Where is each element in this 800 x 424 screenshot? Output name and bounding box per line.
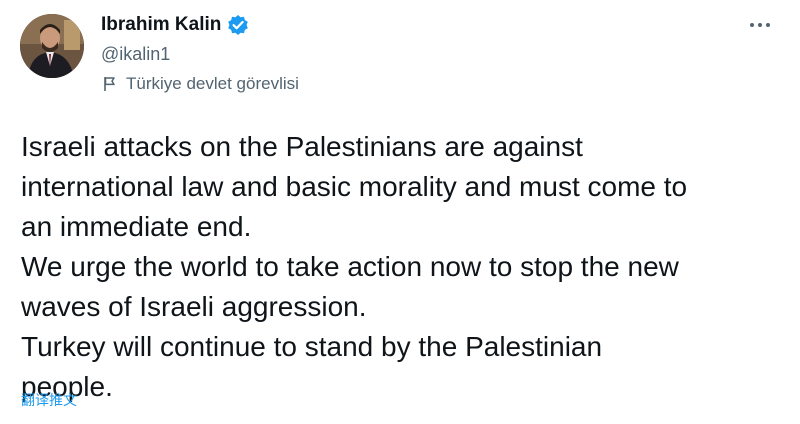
tweet-text-line: Turkey will continue to stand by the Pal…: [21, 331, 603, 362]
user-handle[interactable]: @ikalin1: [101, 42, 299, 66]
affiliation-text: Türkiye devlet görevlisi: [126, 74, 299, 93]
tweet-text-line: international law and basic morality and…: [21, 171, 688, 202]
verified-badge-icon: [227, 14, 249, 36]
more-options-button[interactable]: [742, 12, 778, 38]
tweet-text-line: Israeli attacks on the Palestinians are …: [21, 131, 583, 162]
tweet-text-line: waves of Israeli aggression.: [21, 291, 367, 322]
translate-tweet-link[interactable]: 翻译推文: [21, 390, 77, 410]
name-row: Ibrahim Kalin: [101, 12, 299, 38]
author-info: Ibrahim Kalin @ikalin1 Türkiye devlet gö…: [101, 12, 299, 96]
tweet-text-line: We urge the world to take action now to …: [21, 251, 679, 282]
more-horizontal-icon: [750, 23, 770, 27]
flag-icon: [101, 75, 119, 93]
tweet-text-line: people.: [21, 371, 113, 402]
avatar[interactable]: [20, 14, 84, 78]
avatar-photo: [20, 14, 84, 78]
tweet-text-line: an immediate end.: [21, 211, 252, 242]
tweet-card: Ibrahim Kalin @ikalin1 Türkiye devlet gö…: [0, 0, 800, 424]
tweet-text: Israeli attacks on the Palestinians are …: [21, 127, 791, 407]
affiliation-label: Türkiye devlet görevlisi: [101, 72, 299, 96]
display-name[interactable]: Ibrahim Kalin: [101, 14, 221, 36]
